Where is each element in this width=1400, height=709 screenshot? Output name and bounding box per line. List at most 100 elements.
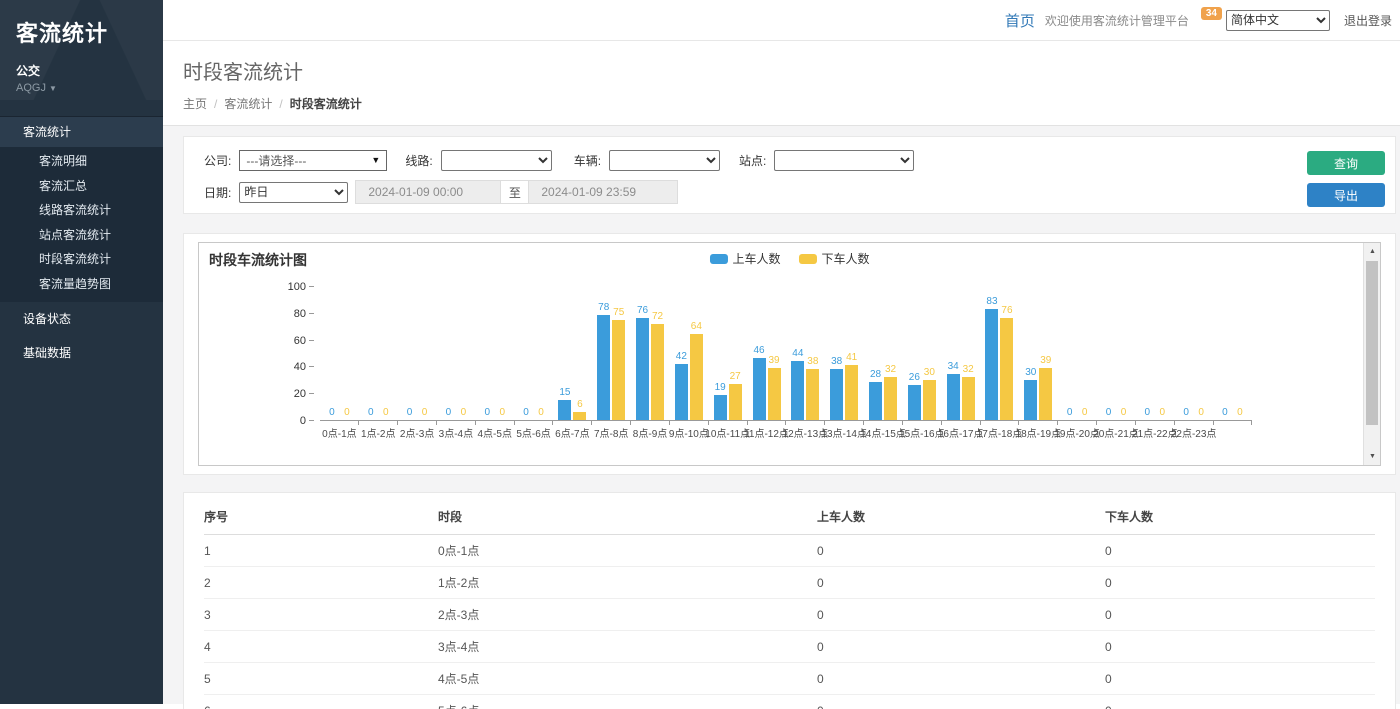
bar-value-label: 39 — [1040, 355, 1051, 366]
legend-swatch-yellow — [799, 254, 817, 264]
y-tick-mark — [309, 340, 314, 341]
bar[interactable] — [845, 365, 858, 420]
sidebar-menu: 客流统计 客流明细 客流汇总 线路客流统计 站点客流统计 时段客流统计 客流量趋… — [0, 116, 163, 370]
bar[interactable] — [830, 369, 843, 420]
line-select[interactable] — [441, 150, 552, 171]
table-cell: 5 — [204, 663, 438, 695]
table-cell: 6 — [204, 695, 438, 709]
bar[interactable] — [690, 334, 703, 420]
bar-value-label: 0 — [523, 407, 529, 418]
date-to-label: 至 — [500, 180, 529, 204]
bar[interactable] — [1024, 380, 1037, 420]
scrollbar-up-arrow-icon[interactable]: ▲ — [1364, 243, 1381, 260]
sidebar-item-period-stats[interactable]: 时段客流统计 — [0, 247, 163, 272]
bar[interactable] — [1039, 368, 1052, 420]
vehicle-label: 车辆: — [574, 152, 601, 169]
org-selector[interactable]: AQGJ▼ — [16, 82, 147, 94]
bar-value-label: 0 — [407, 407, 413, 418]
bar-group: 001点-2点 — [359, 286, 398, 420]
query-button[interactable]: 查询 — [1307, 151, 1385, 175]
legend-entry-alight[interactable]: 下车人数 — [799, 250, 870, 267]
page-title: 时段客流统计 — [183, 56, 1380, 85]
bar[interactable] — [651, 324, 664, 420]
bar[interactable] — [612, 320, 625, 421]
bar-value-label: 0 — [1121, 407, 1127, 418]
filter-row-1: 公司: ---请选择--- ▼ 线路: 车辆: 站点: — [204, 149, 1295, 171]
col-header-period: 时段 — [438, 499, 817, 535]
sidebar-item-base-data[interactable]: 基础数据 — [0, 336, 163, 370]
bar[interactable] — [753, 358, 766, 420]
scrollbar-thumb[interactable] — [1366, 261, 1378, 425]
table-cell: 0 — [1105, 631, 1375, 663]
bar-value-label: 6 — [577, 399, 583, 410]
sidebar-item-passenger-summary[interactable]: 客流汇总 — [0, 174, 163, 199]
table-cell: 0 — [1105, 535, 1375, 567]
bar[interactable] — [806, 369, 819, 420]
sidebar-item-passenger-detail[interactable]: 客流明细 — [0, 149, 163, 174]
sidebar-item-trend-chart[interactable]: 客流量趋势图 — [0, 272, 163, 297]
table-cell: 1点-2点 — [438, 567, 817, 599]
bar-value-label: 34 — [948, 361, 959, 372]
breadcrumb-separator: / — [279, 97, 282, 111]
bar[interactable] — [597, 315, 610, 420]
bar[interactable] — [714, 395, 727, 420]
export-button[interactable]: 导出 — [1307, 183, 1385, 207]
bar[interactable] — [1000, 318, 1013, 420]
bar-column: 0 — [340, 286, 353, 420]
date-preset-select[interactable]: 昨日 — [239, 182, 348, 203]
chart-plot: 020406080100 000点-1点001点-2点002点-3点003点-4… — [320, 287, 1252, 421]
x-tick-label: 9点-10点 — [669, 425, 709, 440]
bar[interactable] — [636, 318, 649, 420]
x-tick-label: 3点-4点 — [439, 425, 473, 440]
bar-group: 263015点-16点 — [902, 286, 941, 420]
bar[interactable] — [675, 364, 688, 420]
bar[interactable] — [985, 309, 998, 420]
bar[interactable] — [768, 368, 781, 420]
bar-value-label: 0 — [329, 407, 335, 418]
filter-panel: 公司: ---请选择--- ▼ 线路: 车辆: 站点: 日期: 昨日 2024-… — [183, 136, 1396, 214]
bar-group: 78757点-8点 — [592, 286, 631, 420]
bar[interactable] — [573, 412, 586, 420]
bar[interactable] — [884, 377, 897, 420]
sidebar-item-passenger-stats[interactable]: 客流统计 — [0, 116, 163, 147]
x-tick-label: 2点-3点 — [400, 425, 434, 440]
bar[interactable] — [962, 377, 975, 420]
bar[interactable] — [729, 384, 742, 420]
y-tick-mark — [309, 420, 314, 421]
bar-column: 75 — [612, 286, 625, 420]
date-label: 日期: — [204, 184, 231, 201]
breadcrumb-home[interactable]: 主页 — [183, 97, 207, 111]
vehicle-select[interactable] — [609, 150, 720, 171]
sidebar-item-station-stats[interactable]: 站点客流统计 — [0, 223, 163, 248]
legend-label-board: 上车人数 — [732, 250, 780, 267]
submenu-passenger-stats: 客流明细 客流汇总 线路客流统计 站点客流统计 时段客流统计 客流量趋势图 — [0, 147, 163, 302]
breadcrumb-parent[interactable]: 客流统计 — [224, 97, 272, 111]
col-header-index: 序号 — [204, 499, 438, 535]
chart-scrollbar[interactable]: ▲ ▼ — [1363, 243, 1380, 465]
bar-column: 0 — [325, 286, 338, 420]
logout-link[interactable]: 退出登录 — [1344, 12, 1392, 29]
scrollbar-down-arrow-icon[interactable]: ▼ — [1364, 448, 1381, 465]
sidebar-item-line-stats[interactable]: 线路客流统计 — [0, 198, 163, 223]
bar-group: 005点-6点 — [514, 286, 553, 420]
legend-entry-board[interactable]: 上车人数 — [709, 250, 780, 267]
bar-column: 6 — [573, 286, 586, 420]
bar[interactable] — [869, 382, 882, 420]
bar[interactable] — [791, 361, 804, 420]
date-start-input[interactable]: 2024-01-09 00:00 — [355, 180, 500, 204]
bar-column: 0 — [1195, 286, 1208, 420]
company-select[interactable]: ---请选择--- ▼ — [239, 150, 387, 171]
bar[interactable] — [558, 400, 571, 420]
date-end-input[interactable]: 2024-01-09 23:59 — [529, 180, 678, 204]
station-select[interactable] — [774, 150, 914, 171]
bar-group: 0020点-21点 — [1097, 286, 1136, 420]
home-link[interactable]: 首页 — [1005, 10, 1035, 31]
language-select[interactable]: 简体中文 — [1226, 10, 1330, 31]
bar[interactable] — [923, 380, 936, 420]
sidebar-item-device-status[interactable]: 设备状态 — [0, 302, 163, 336]
sidebar-logo-area: 客流统计 公交 AQGJ▼ — [0, 0, 163, 100]
notification-badge[interactable]: 34 — [1201, 7, 1222, 20]
bar[interactable] — [947, 374, 960, 420]
y-axis: 020406080100 — [266, 287, 314, 421]
bar[interactable] — [908, 385, 921, 420]
